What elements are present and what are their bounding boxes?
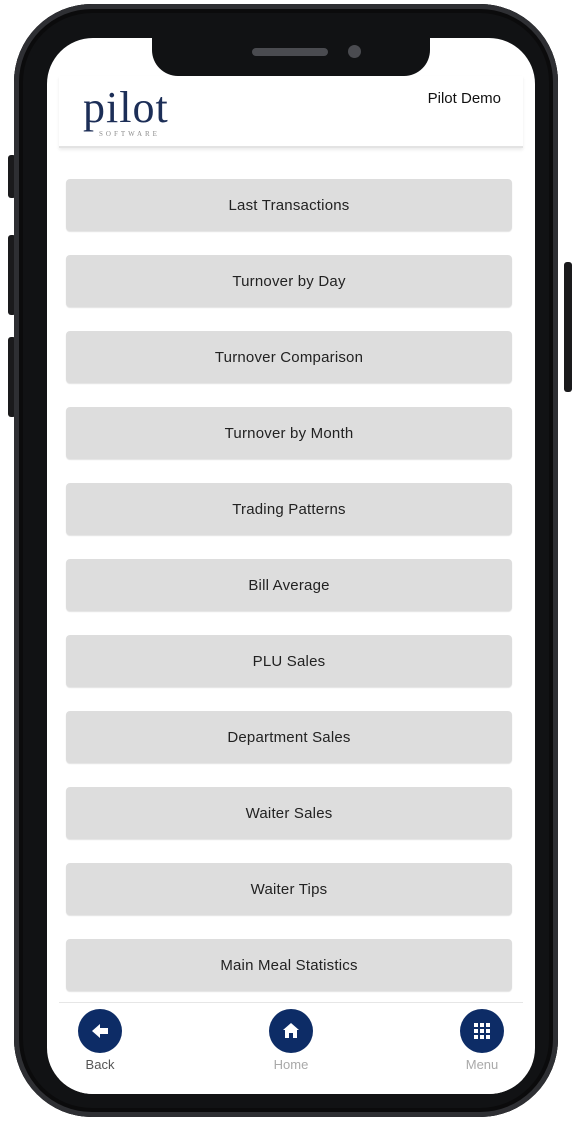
grid-icon bbox=[474, 1023, 490, 1039]
menu-item-trading-patterns[interactable]: Trading Patterns bbox=[66, 483, 512, 535]
logo-wordmark: pilot bbox=[83, 83, 169, 132]
menu-button[interactable]: Menu bbox=[447, 1009, 517, 1072]
back-button[interactable]: Back bbox=[65, 1009, 135, 1072]
report-menu-list: Last Transactions Turnover by Day Turnov… bbox=[66, 179, 512, 1015]
menu-item-main-meal-statistics[interactable]: Main Meal Statistics bbox=[66, 939, 512, 991]
menu-item-turnover-by-day[interactable]: Turnover by Day bbox=[66, 255, 512, 307]
home-circle[interactable] bbox=[269, 1009, 313, 1053]
app-header: pilot SOFTWARE Pilot Demo bbox=[59, 76, 523, 148]
menu-item-last-transactions[interactable]: Last Transactions bbox=[66, 179, 512, 231]
logo-subtitle: SOFTWARE bbox=[99, 130, 160, 138]
front-camera bbox=[348, 45, 361, 58]
back-label: Back bbox=[85, 1057, 115, 1072]
menu-item-plu-sales[interactable]: PLU Sales bbox=[66, 635, 512, 687]
pilot-logo: pilot SOFTWARE bbox=[83, 82, 183, 142]
menu-circle[interactable] bbox=[460, 1009, 504, 1053]
menu-item-turnover-by-month[interactable]: Turnover by Month bbox=[66, 407, 512, 459]
phone-screen: pilot SOFTWARE Pilot Demo Last Transacti… bbox=[47, 38, 535, 1094]
power-button bbox=[564, 262, 572, 392]
speaker-grille bbox=[252, 48, 328, 56]
menu-item-waiter-tips[interactable]: Waiter Tips bbox=[66, 863, 512, 915]
home-icon bbox=[283, 1023, 299, 1038]
bottom-nav-bar: Back Home Menu bbox=[59, 1002, 523, 1094]
menu-item-turnover-comparison[interactable]: Turnover Comparison bbox=[66, 331, 512, 383]
company-name: Pilot Demo bbox=[427, 90, 501, 107]
arrow-left-icon bbox=[92, 1024, 108, 1038]
back-circle[interactable] bbox=[78, 1009, 122, 1053]
menu-label: Menu bbox=[465, 1057, 499, 1072]
menu-item-department-sales[interactable]: Department Sales bbox=[66, 711, 512, 763]
menu-item-waiter-sales[interactable]: Waiter Sales bbox=[66, 787, 512, 839]
home-label: Home bbox=[273, 1057, 309, 1072]
menu-item-bill-average[interactable]: Bill Average bbox=[66, 559, 512, 611]
notch bbox=[152, 38, 430, 76]
home-button[interactable]: Home bbox=[256, 1009, 326, 1072]
